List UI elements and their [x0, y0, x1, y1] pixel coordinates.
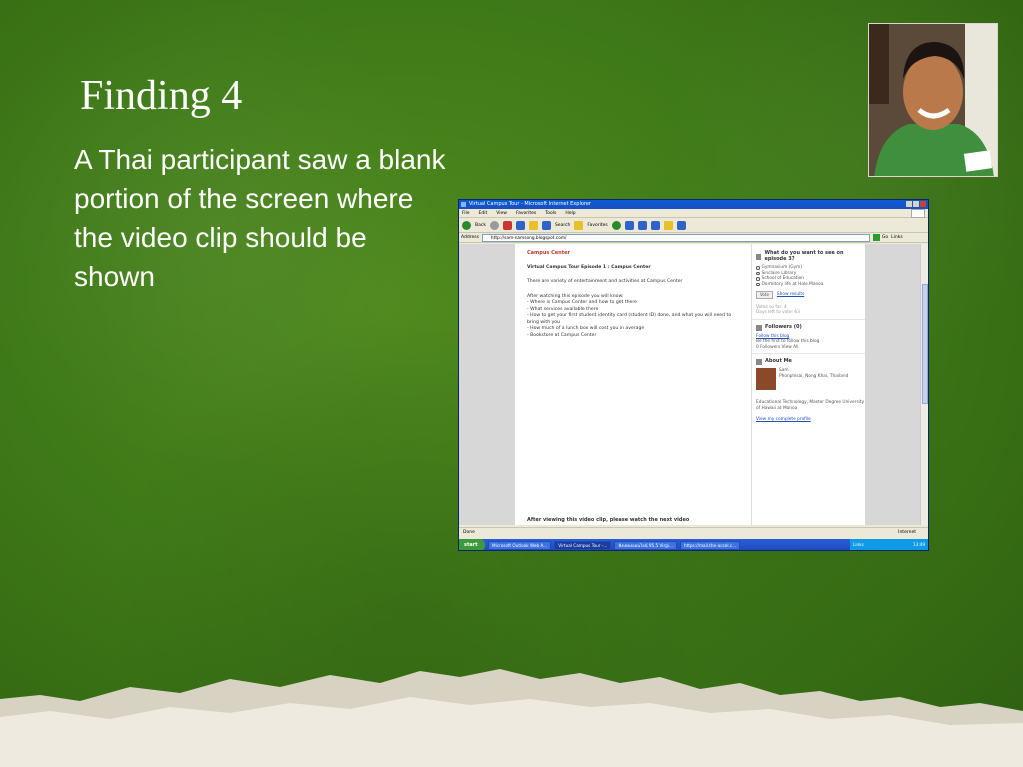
- windows-taskbar: start Microsoft Outlook Web A... Virtual…: [459, 539, 928, 550]
- menu-help[interactable]: Help: [565, 209, 575, 217]
- vertical-scrollbar[interactable]: [920, 244, 928, 525]
- taskbar-item[interactable]: Microsoft Outlook Web A...: [488, 540, 552, 550]
- windows-logo-icon: [911, 209, 925, 218]
- taskbar-item-active[interactable]: Virtual Campus Tour -...: [554, 540, 612, 550]
- back-arrow-icon[interactable]: [462, 220, 471, 230]
- menu-file[interactable]: File: [462, 209, 470, 217]
- taskbar-item[interactable]: https://mail.the-accel.c...: [679, 540, 741, 550]
- tray-links[interactable]: Links: [853, 539, 864, 550]
- forward-arrow-icon[interactable]: [489, 220, 499, 230]
- list-item: - How to get your first student identity…: [527, 313, 732, 325]
- menu-edit[interactable]: Edit: [479, 209, 488, 217]
- blog-post: Campus Center Virtual Campus Tour Episod…: [515, 244, 751, 525]
- widget-icon: [756, 324, 762, 331]
- back-button[interactable]: Back: [475, 223, 486, 228]
- links-label[interactable]: Links: [891, 235, 903, 240]
- folder-icon[interactable]: [663, 220, 673, 230]
- messenger-icon[interactable]: [676, 220, 686, 230]
- menu-bar: File Edit View Favorites Tools Help: [459, 209, 928, 218]
- search-button[interactable]: Search: [555, 223, 570, 228]
- about-heading-text: About Me: [765, 358, 792, 365]
- followers-widget: Followers (0) Follow this blog Be the fi…: [752, 320, 865, 354]
- mail-icon[interactable]: [624, 220, 634, 230]
- address-input[interactable]: http://sam-namsong.blogspot.com/: [481, 233, 870, 242]
- go-arrow-icon: [872, 234, 880, 241]
- post-intro: There are variety of entertainment and a…: [527, 279, 683, 284]
- address-bar: Address http://sam-namsong.blogspot.com/…: [459, 233, 928, 243]
- participant-photo: [868, 23, 998, 177]
- favorites-star-icon[interactable]: [574, 220, 584, 230]
- poll-question: What do you want to see on episode 3?: [764, 250, 844, 262]
- radio-icon[interactable]: [756, 266, 760, 270]
- vote-button[interactable]: Vote: [756, 291, 773, 299]
- blank-video-area: [527, 339, 739, 479]
- screenshot-browser-window: Virtual Campus Tour - Microsoft Internet…: [458, 199, 929, 551]
- menu-view[interactable]: View: [496, 209, 507, 217]
- poll-option-label: Dormitory life at Hale Manoa: [761, 281, 824, 287]
- address-value: http://sam-namsong.blogspot.com/: [490, 235, 567, 241]
- edit-icon[interactable]: [650, 220, 660, 230]
- widget-icon: [756, 359, 762, 365]
- print-icon[interactable]: [637, 220, 647, 230]
- go-label: Go: [881, 235, 889, 240]
- maximize-icon[interactable]: [913, 201, 919, 207]
- stop-icon[interactable]: [502, 220, 512, 230]
- torn-paper-edge: [0, 669, 1023, 767]
- window-titlebar: Virtual Campus Tour - Microsoft Internet…: [459, 200, 928, 209]
- history-icon[interactable]: [611, 220, 621, 230]
- post-title: Virtual Campus Tour Episode 1 : Campus C…: [527, 264, 651, 270]
- widget-icon: [756, 253, 762, 260]
- status-text: Done: [463, 530, 475, 535]
- avatar[interactable]: [756, 368, 776, 390]
- about-widget: About Me Sam Phonphisai, Nong Khai, Thai…: [752, 354, 865, 426]
- show-results-link[interactable]: Show results: [777, 292, 804, 298]
- page-content: Campus Center Virtual Campus Tour Episod…: [459, 244, 922, 525]
- slide-body-text: A Thai participant saw a blank portion o…: [74, 144, 446, 292]
- radio-icon[interactable]: [756, 282, 760, 286]
- followers-heading: Followers (0): [756, 323, 865, 331]
- about-description: Educational Technology, Master Degree Un…: [756, 400, 865, 411]
- blog-sidebar: What do you want to see on episode 3? Gy…: [751, 244, 865, 525]
- clock: 13:49: [912, 542, 925, 547]
- about-heading: About Me: [756, 359, 865, 365]
- post-footer: After viewing this video clip, please wa…: [527, 516, 690, 523]
- radio-icon[interactable]: [756, 277, 760, 281]
- taskbar-item[interactable]: ฟังเพลงออนไลน์ 95.5 Virgi...: [614, 540, 677, 550]
- system-tray: Links 13:49: [850, 539, 928, 550]
- start-button[interactable]: start: [459, 539, 485, 550]
- status-bar: Done Internet: [459, 527, 928, 537]
- radio-icon[interactable]: [756, 271, 760, 275]
- search-icon[interactable]: [541, 220, 551, 230]
- slide-title: Finding 4: [80, 73, 243, 119]
- ie-logo-icon: [461, 202, 466, 207]
- go-button[interactable]: Go: [872, 234, 889, 241]
- favorites-button[interactable]: Favorites: [587, 223, 607, 228]
- refresh-icon[interactable]: [515, 220, 525, 230]
- post-section-heading: Campus Center: [527, 250, 570, 256]
- minimize-icon[interactable]: [906, 201, 912, 207]
- poll-heading: What do you want to see on episode 3?: [756, 250, 865, 262]
- poll-option[interactable]: Dormitory life at Hale Manoa: [756, 282, 865, 288]
- scroll-thumb[interactable]: [922, 284, 928, 404]
- followers-heading-text: Followers (0): [765, 323, 802, 330]
- poll-widget: What do you want to see on episode 3? Gy…: [752, 246, 865, 320]
- followers-view-all[interactable]: 0 Followers View All: [756, 345, 865, 351]
- status-zone: Internet: [898, 530, 916, 535]
- menu-favorites[interactable]: Favorites: [516, 209, 536, 217]
- home-icon[interactable]: [528, 220, 538, 230]
- profile-link[interactable]: View my complete profile: [756, 417, 865, 423]
- about-location: Phonphisai, Nong Khai, Thailand: [779, 373, 849, 379]
- close-icon[interactable]: [920, 201, 926, 207]
- window-title: Virtual Campus Tour - Microsoft Internet…: [469, 201, 591, 207]
- days-left: Days left to vote: 63: [756, 310, 800, 315]
- address-label: Address: [461, 235, 479, 240]
- browser-toolbar: Back Search Favorites: [459, 218, 928, 233]
- menu-tools[interactable]: Tools: [545, 209, 556, 217]
